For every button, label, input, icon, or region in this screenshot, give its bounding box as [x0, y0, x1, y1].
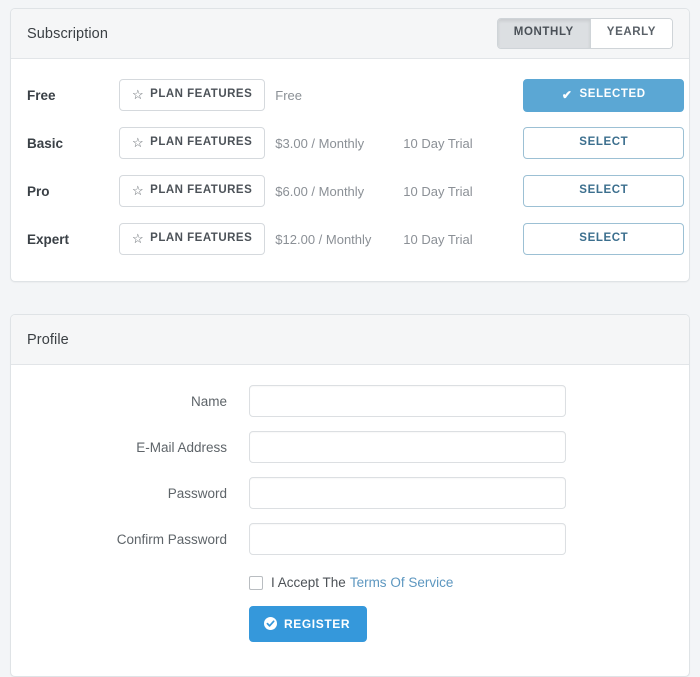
name-label: Name [27, 394, 249, 409]
star-icon: ☆ [132, 88, 144, 101]
profile-panel-header: Profile [11, 315, 689, 365]
plan-features-label: PLAN FEATURES [150, 137, 252, 149]
plan-select-button-basic[interactable]: SELECT [523, 127, 684, 160]
plan-price-expert: $12.00 / Monthly [265, 232, 403, 247]
plan-trial-pro: 10 Day Trial [403, 184, 523, 199]
plan-action-cell-basic: SELECT [523, 127, 684, 160]
subscription-panel: Subscription MONTHLY YEARLY Free ☆ PLAN … [10, 8, 690, 282]
plan-price-free: Free [265, 88, 403, 103]
plan-name-pro: Pro [27, 184, 119, 199]
plan-select-button-expert[interactable]: SELECT [523, 223, 684, 256]
table-row: Basic ☆ PLAN FEATURES $3.00 / Monthly 10… [27, 119, 673, 167]
register-button[interactable]: REGISTER [249, 606, 367, 642]
profile-form: Name E-Mail Address Password Confirm Pas… [11, 365, 689, 676]
plan-action-cell-free: ✔ SELECTED [523, 79, 684, 112]
plan-features-button-free[interactable]: ☆ PLAN FEATURES [119, 79, 265, 111]
plan-features-label: PLAN FEATURES [150, 185, 252, 197]
plan-trial-expert: 10 Day Trial [403, 232, 523, 247]
plan-action-cell-pro: SELECT [523, 175, 684, 208]
billing-toggle-monthly[interactable]: MONTHLY [498, 19, 590, 48]
register-row: REGISTER [249, 606, 673, 642]
plan-name-expert: Expert [27, 232, 119, 247]
register-button-label: REGISTER [284, 618, 350, 630]
plan-features-button-expert[interactable]: ☆ PLAN FEATURES [119, 223, 265, 255]
billing-period-toggle: MONTHLY YEARLY [497, 18, 673, 49]
profile-panel: Profile Name E-Mail Address Password Con… [10, 314, 690, 677]
table-row: Pro ☆ PLAN FEATURES $6.00 / Monthly 10 D… [27, 167, 673, 215]
plans-list: Free ☆ PLAN FEATURES Free ✔ SELECTED [11, 59, 689, 281]
table-row: Expert ☆ PLAN FEATURES $12.00 / Monthly … [27, 215, 673, 263]
plan-features-cell-pro: ☆ PLAN FEATURES [119, 175, 265, 207]
terms-of-service-link[interactable]: Terms Of Service [350, 575, 454, 590]
plan-features-cell-basic: ☆ PLAN FEATURES [119, 127, 265, 159]
plan-features-button-basic[interactable]: ☆ PLAN FEATURES [119, 127, 265, 159]
name-input[interactable] [249, 385, 566, 417]
plan-action-label: SELECTED [580, 89, 646, 101]
plan-selected-button-free[interactable]: ✔ SELECTED [523, 79, 684, 112]
email-label: E-Mail Address [27, 440, 249, 455]
confirm-password-label: Confirm Password [27, 532, 249, 547]
email-field[interactable] [249, 431, 566, 463]
terms-acceptance-row: I Accept The Terms Of Service [249, 575, 673, 590]
table-row: Free ☆ PLAN FEATURES Free ✔ SELECTED [27, 71, 673, 119]
plan-features-label: PLAN FEATURES [150, 89, 252, 101]
page-title: Subscription [27, 26, 108, 42]
billing-toggle-yearly[interactable]: YEARLY [590, 19, 672, 48]
subscription-panel-header: Subscription MONTHLY YEARLY [11, 9, 689, 59]
accept-terms-label: I Accept The [271, 575, 346, 590]
plan-features-button-pro[interactable]: ☆ PLAN FEATURES [119, 175, 265, 207]
plan-name-free: Free [27, 88, 119, 103]
profile-title: Profile [27, 332, 69, 348]
plan-name-basic: Basic [27, 136, 119, 151]
form-row-email: E-Mail Address [27, 431, 673, 463]
plan-select-button-pro[interactable]: SELECT [523, 175, 684, 208]
plan-price-pro: $6.00 / Monthly [265, 184, 403, 199]
star-icon: ☆ [132, 136, 144, 149]
form-row-name: Name [27, 385, 673, 417]
form-row-password: Password [27, 477, 673, 509]
plan-trial-basic: 10 Day Trial [403, 136, 523, 151]
plan-features-label: PLAN FEATURES [150, 233, 252, 245]
star-icon: ☆ [132, 184, 144, 197]
circle-check-icon [264, 617, 277, 630]
plan-action-cell-expert: SELECT [523, 223, 684, 256]
plan-features-cell-free: ☆ PLAN FEATURES [119, 79, 265, 111]
plan-price-basic: $3.00 / Monthly [265, 136, 403, 151]
form-row-confirm-password: Confirm Password [27, 523, 673, 555]
confirm-password-field[interactable] [249, 523, 566, 555]
password-field[interactable] [249, 477, 566, 509]
star-icon: ☆ [132, 232, 144, 245]
password-label: Password [27, 486, 249, 501]
plan-features-cell-expert: ☆ PLAN FEATURES [119, 223, 265, 255]
check-icon: ✔ [562, 89, 573, 101]
accept-terms-checkbox[interactable] [249, 576, 263, 590]
page-container: Subscription MONTHLY YEARLY Free ☆ PLAN … [0, 0, 700, 649]
